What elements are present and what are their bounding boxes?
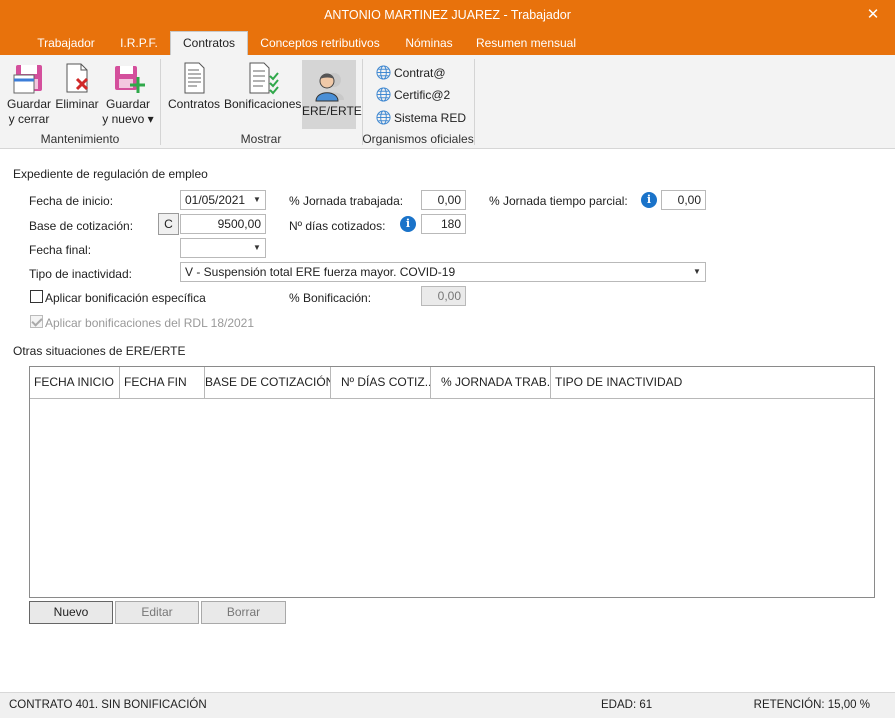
eliminar-button[interactable]: Eliminar (54, 61, 100, 112)
info-icon[interactable]: i (400, 216, 416, 232)
fecha-inicio-field[interactable]: 01/05/2021 ▼ (180, 190, 266, 210)
group-mantenimiento-label: Mantenimiento (40, 132, 120, 146)
ere-erte-label: ERE/ERTE (302, 104, 362, 118)
tab-contratos[interactable]: Contratos (170, 31, 248, 55)
dias-cotizados-field[interactable]: 180 (421, 214, 466, 234)
tab-trabajador[interactable]: Trabajador (24, 32, 108, 55)
guardar-cerrar-button[interactable]: Guardar y cerrar (6, 61, 52, 127)
title-bar: ANTONIO MARTINEZ JUAREZ - Trabajador ✕ (0, 0, 895, 32)
group-mostrar-label: Mostrar (240, 132, 282, 146)
fecha-final-label: Fecha final: (29, 243, 92, 257)
content-area: Expediente de regulación de empleo Fecha… (0, 150, 895, 692)
sistema-red-button[interactable]: Sistema RED (376, 108, 466, 126)
chevron-down-icon[interactable]: ▼ (689, 263, 705, 281)
window-title: ANTONIO MARTINEZ JUAREZ - Trabajador (324, 8, 571, 22)
column-header-base-cotizacion[interactable]: BASE DE COTIZACIÓN (205, 367, 331, 398)
calculate-base-button[interactable]: C (158, 213, 179, 235)
dias-cotizados-label: Nº días cotizados: (289, 219, 386, 233)
chevron-down-icon[interactable]: ▼ (249, 239, 265, 257)
contratos-button[interactable]: Contratos (166, 61, 222, 112)
guardar-nuevo-button[interactable]: Guardar y nuevo ▾ (102, 61, 154, 127)
bonificaciones-button[interactable]: Bonificaciones (224, 61, 302, 112)
ere-erte-button[interactable]: ERE/ERTE (302, 60, 362, 129)
status-edad: EDAD: 61 (601, 699, 653, 711)
globe-icon (376, 110, 391, 125)
save-close-icon (13, 65, 42, 94)
column-header-jornada-trab[interactable]: % JORNADA TRAB... (431, 367, 551, 398)
ribbon-separator (474, 59, 475, 145)
group-organismos-label: Organismos oficiales (362, 132, 474, 146)
fecha-final-field[interactable]: ▼ (180, 238, 266, 258)
delete-document-icon (66, 63, 89, 93)
worker-person-icon (315, 73, 344, 102)
nuevo-button[interactable]: Nuevo (29, 601, 113, 624)
globe-icon (376, 87, 391, 102)
jornada-trabajada-field[interactable]: 0,00 (421, 190, 466, 210)
bonif-especifica-checkbox[interactable] (30, 290, 43, 303)
certifica-label: Certific@2 (394, 87, 451, 102)
guardar-nuevo-label-1: Guardar (105, 97, 151, 111)
column-header-dias-cotiz[interactable]: Nº DÍAS COTIZ... (331, 367, 431, 398)
eliminar-label: Eliminar (55, 97, 99, 111)
porc-bonificacion-label: % Bonificación: (289, 291, 372, 305)
globe-icon (376, 65, 391, 80)
base-cotizacion-field[interactable]: 9500,00 (180, 214, 266, 234)
save-new-icon (115, 66, 145, 93)
bonus-checklist-icon (249, 62, 279, 95)
tipo-inactividad-select[interactable]: V - Suspensión total ERE fuerza mayor. C… (180, 262, 706, 282)
guardar-cerrar-label-1: Guardar (6, 97, 52, 111)
jornada-parcial-field[interactable]: 0,00 (661, 190, 706, 210)
bonificaciones-label: Bonificaciones (224, 97, 302, 111)
tab-nominas[interactable]: Nóminas (393, 32, 465, 55)
bonif-rdl-label: Aplicar bonificaciones del RDL 18/2021 (45, 316, 255, 330)
fecha-inicio-label: Fecha de inicio: (29, 194, 114, 208)
ribbon: Guardar y cerrar Eliminar Guardar y nuev… (0, 55, 895, 149)
column-header-tipo-inactividad[interactable]: TIPO DE INACTIVIDAD (551, 367, 873, 398)
guardar-cerrar-label-2: y cerrar (8, 112, 50, 126)
sistema-red-label: Sistema RED (394, 110, 467, 125)
otras-situaciones-title: Otras situaciones de ERE/ERTE (13, 344, 186, 358)
ere-history-table[interactable]: FECHA INICIO FECHA FIN BASE DE COTIZACIÓ… (29, 366, 875, 598)
contratos-label: Contratos (167, 97, 221, 111)
jornada-trabajada-label: % Jornada trabajada: (289, 194, 404, 208)
contract-document-icon (184, 62, 205, 94)
certifica-button[interactable]: Certific@2 (376, 85, 450, 103)
tipo-inactividad-label: Tipo de inactividad: (29, 267, 132, 281)
tab-conceptos-retributivos[interactable]: Conceptos retributivos (250, 32, 390, 55)
status-bar: CONTRATO 401. SIN BONIFICACIÓN EDAD: 61 … (0, 692, 895, 718)
porc-bonificacion-field: 0,00 (421, 286, 466, 306)
section-title-ere: Expediente de regulación de empleo (13, 167, 208, 181)
table-header: FECHA INICIO FECHA FIN BASE DE COTIZACIÓ… (30, 367, 874, 399)
guardar-nuevo-label-2: y nuevo ▾ (102, 112, 154, 126)
status-retencion: RETENCIÓN: 15,00 % (753, 699, 870, 711)
base-cotizacion-label: Base de cotización: (29, 219, 134, 233)
bonif-especifica-label: Aplicar bonificación específica (45, 291, 206, 305)
fecha-inicio-value: 01/05/2021 (185, 193, 246, 207)
info-icon[interactable]: i (641, 192, 657, 208)
status-contrato: CONTRATO 401. SIN BONIFICACIÓN (9, 699, 207, 711)
tipo-inactividad-value: V - Suspensión total ERE fuerza mayor. C… (185, 265, 456, 279)
contrata-label: Contrat@ (394, 65, 446, 80)
column-header-fecha-inicio[interactable]: FECHA INICIO (30, 367, 120, 398)
tab-resumen-mensual[interactable]: Resumen mensual (468, 32, 584, 55)
tab-bar: Trabajador I.R.P.F. Contratos Conceptos … (0, 31, 895, 55)
close-icon[interactable]: ✕ (861, 4, 885, 26)
column-header-fecha-fin[interactable]: FECHA FIN (120, 367, 205, 398)
contrata-button[interactable]: Contrat@ (376, 63, 446, 81)
editar-button[interactable]: Editar (115, 601, 199, 624)
jornada-parcial-label: % Jornada tiempo parcial: (489, 194, 628, 208)
tab-irpf[interactable]: I.R.P.F. (110, 32, 168, 55)
bonif-rdl-checkbox (30, 315, 43, 328)
chevron-down-icon[interactable]: ▼ (249, 191, 265, 209)
borrar-button[interactable]: Borrar (201, 601, 286, 624)
